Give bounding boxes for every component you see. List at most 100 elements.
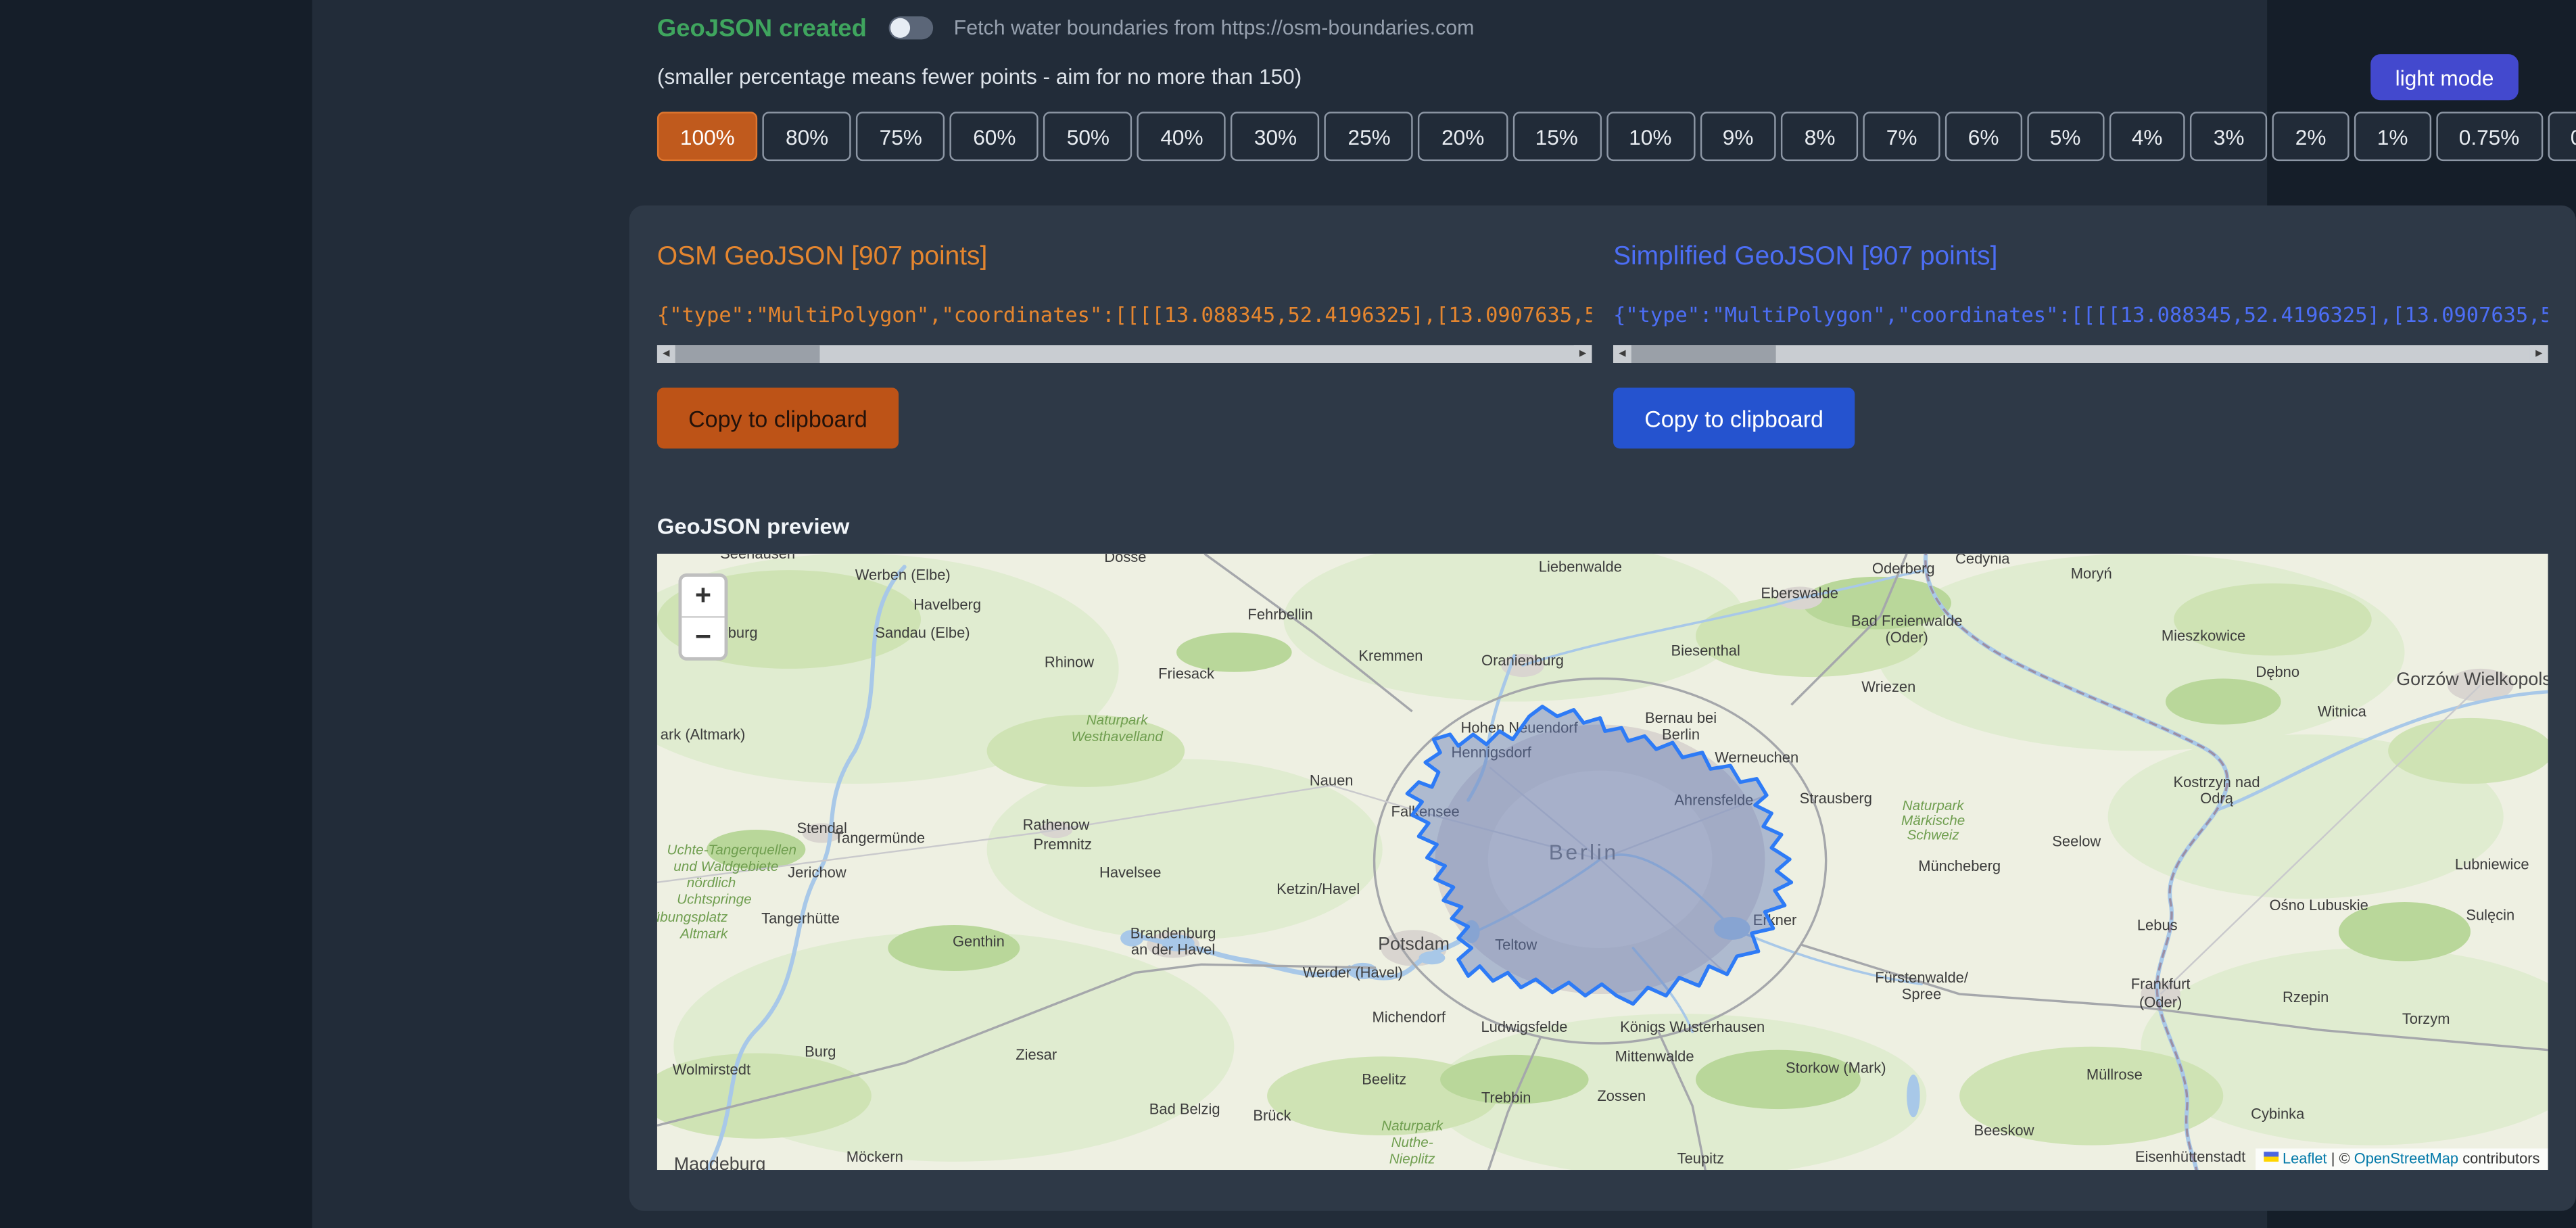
- map-label: Mieszkowice: [2162, 628, 2245, 644]
- map-label: Strausberg: [1800, 790, 1872, 807]
- map-label: Magdeburg: [674, 1154, 766, 1170]
- percent-option-7%[interactable]: 7%: [1863, 112, 1940, 161]
- map-label: Liebenwalde: [1539, 559, 1622, 575]
- percent-option-40%[interactable]: 40%: [1137, 112, 1226, 161]
- percent-option-0.75%[interactable]: 0.75%: [2436, 112, 2543, 161]
- map-label: Fürstenwalde/: [1875, 969, 1969, 986]
- map-label: Wolmirstedt: [673, 1061, 750, 1078]
- map-label: Beeskow: [1974, 1122, 2034, 1139]
- map-label: Mittenwalde: [1615, 1048, 1694, 1065]
- scrollbar-left-arrow[interactable]: ◄: [657, 345, 675, 363]
- simplified-json-scrollbar[interactable]: ◄ ►: [1613, 345, 2548, 363]
- status-row: GeoJSON created Fetch water boundaries f…: [657, 11, 1475, 45]
- map-label: Spree: [1902, 985, 1942, 1002]
- percent-option-80%[interactable]: 80%: [763, 112, 851, 161]
- osm-geojson-column: OSM GeoJSON [907 points] {"type":"MultiP…: [657, 233, 1592, 448]
- simplified-geojson-column: Simplified GeoJSON [907 points] {"type":…: [1613, 233, 2548, 448]
- scrollbar-thumb[interactable]: [1631, 345, 1776, 363]
- zoom-in-button[interactable]: +: [682, 577, 724, 616]
- map-label: Beelitz: [1362, 1071, 1406, 1088]
- map-label: Brandenburg: [1130, 924, 1216, 941]
- simplify-percentage-group: 100%80%75%60%50%40%30%25%20%15%10%9%8%7%…: [657, 112, 2576, 161]
- map-label: Berlin: [1662, 726, 1700, 742]
- percent-option-100%[interactable]: 100%: [657, 112, 758, 161]
- scrollbar-right-arrow[interactable]: ►: [2530, 345, 2548, 363]
- map-label: Bad Freienwalde: [1851, 613, 1963, 630]
- zoom-out-button[interactable]: −: [682, 616, 724, 657]
- openstreetmap-link[interactable]: OpenStreetMap: [2354, 1150, 2458, 1166]
- osm-json-scrollbar[interactable]: ◄ ►: [657, 345, 1592, 363]
- percent-option-75%[interactable]: 75%: [857, 112, 945, 161]
- simplified-geojson-title: Simplified GeoJSON [907 points]: [1613, 243, 2548, 273]
- attribution-separator: | ©: [2327, 1150, 2354, 1166]
- map-label: Brück: [1253, 1107, 1291, 1124]
- map-label: Naturpark: [1903, 798, 1965, 813]
- percent-option-15%[interactable]: 15%: [1512, 112, 1601, 161]
- content-container: GeoJSON created Fetch water boundaries f…: [312, 0, 2267, 1228]
- map-label: ark (Altmark): [661, 726, 745, 742]
- percent-option-30%[interactable]: 30%: [1231, 112, 1320, 161]
- percent-option-2%[interactable]: 2%: [2272, 112, 2350, 161]
- map-label: Ośno Lubuskie: [2270, 897, 2368, 914]
- leaflet-link[interactable]: Leaflet: [2283, 1150, 2327, 1166]
- map-label: (Oder): [1885, 629, 1928, 646]
- map-label: Frankfurt: [2131, 976, 2191, 993]
- percent-option-0.5%[interactable]: 0.5%: [2548, 112, 2576, 161]
- light-mode-button[interactable]: light mode: [2370, 54, 2519, 100]
- map-label: Märkische: [1901, 813, 1965, 828]
- percent-option-4%[interactable]: 4%: [2109, 112, 2186, 161]
- toggle-knob: [890, 18, 909, 38]
- map-label: Ludwigsfelde: [1481, 1018, 1567, 1035]
- geojson-columns: OSM GeoJSON [907 points] {"type":"MultiP…: [657, 233, 2548, 448]
- map-label: Biesenthal: [1671, 642, 1740, 659]
- map-label: Lebus: [2137, 916, 2178, 933]
- map-label: Wriezen: [1861, 678, 1915, 695]
- map-label: Kostrzyn nad: [2174, 774, 2260, 790]
- percent-option-60%[interactable]: 60%: [950, 112, 1039, 161]
- copy-simplified-button[interactable]: Copy to clipboard: [1613, 387, 1855, 448]
- map-label: Altmark: [679, 926, 729, 941]
- map-label: Oranienburg: [1481, 652, 1564, 669]
- scrollbar-thumb[interactable]: [675, 345, 820, 363]
- map-label: Naturpark: [1381, 1118, 1444, 1134]
- simplify-hint: (smaller percentage means fewer points -…: [657, 64, 1302, 89]
- map-label: Nieplitz: [1389, 1151, 1436, 1166]
- map-label: Seelow: [2052, 832, 2101, 849]
- map-label: Teupitz: [1677, 1150, 1724, 1166]
- percent-option-1%[interactable]: 1%: [2354, 112, 2431, 161]
- map-label: Eisenhüttenstadt: [2135, 1148, 2245, 1165]
- water-boundaries-toggle[interactable]: [888, 16, 932, 39]
- map-label: Naturpark: [1087, 713, 1149, 728]
- map-label: Friesack: [1158, 665, 1214, 682]
- map-label: Tangerhütte: [761, 910, 840, 927]
- map-label: Cedynia: [1955, 554, 2010, 567]
- map-label: Königs Wusterhausen: [1620, 1018, 1765, 1035]
- percent-option-3%[interactable]: 3%: [2191, 112, 2268, 161]
- geojson-preview-map[interactable]: SeehausenDosseWerben (Elbe)LiebenwaldeOd…: [657, 554, 2548, 1170]
- percent-option-25%[interactable]: 25%: [1325, 112, 1413, 161]
- map-label: Lubniewice: [2455, 855, 2529, 872]
- map-label: Dosse: [1104, 554, 1146, 565]
- percent-option-10%[interactable]: 10%: [1606, 112, 1694, 161]
- page-background: GeoJSON created Fetch water boundaries f…: [0, 0, 2576, 1228]
- map-label: Bad Belzig: [1149, 1100, 1220, 1117]
- scrollbar-right-arrow[interactable]: ►: [1574, 345, 1592, 363]
- percent-option-8%[interactable]: 8%: [1782, 112, 1859, 161]
- percent-option-20%[interactable]: 20%: [1418, 112, 1507, 161]
- percent-option-9%[interactable]: 9%: [1700, 112, 1777, 161]
- percent-option-6%[interactable]: 6%: [1945, 112, 2022, 161]
- percent-option-50%[interactable]: 50%: [1044, 112, 1132, 161]
- map-label: Nauen: [1310, 772, 1354, 788]
- map-label: Uchte-Tangerquellen: [667, 843, 796, 858]
- map-label: Tangermünde: [834, 830, 925, 847]
- map-label: Odrą: [2200, 790, 2234, 807]
- map-label: Bernau bei: [1645, 709, 1717, 726]
- percent-option-5%[interactable]: 5%: [2027, 112, 2104, 161]
- map-label: Witnica: [2318, 703, 2367, 719]
- map-label: an der Havel: [1131, 941, 1215, 958]
- map-label: Michendorf: [1373, 1008, 1446, 1025]
- map-label: Premnitz: [1033, 836, 1092, 853]
- scrollbar-left-arrow[interactable]: ◄: [1613, 345, 1631, 363]
- map-label: Eberswalde: [1761, 584, 1838, 601]
- copy-osm-button[interactable]: Copy to clipboard: [657, 387, 899, 448]
